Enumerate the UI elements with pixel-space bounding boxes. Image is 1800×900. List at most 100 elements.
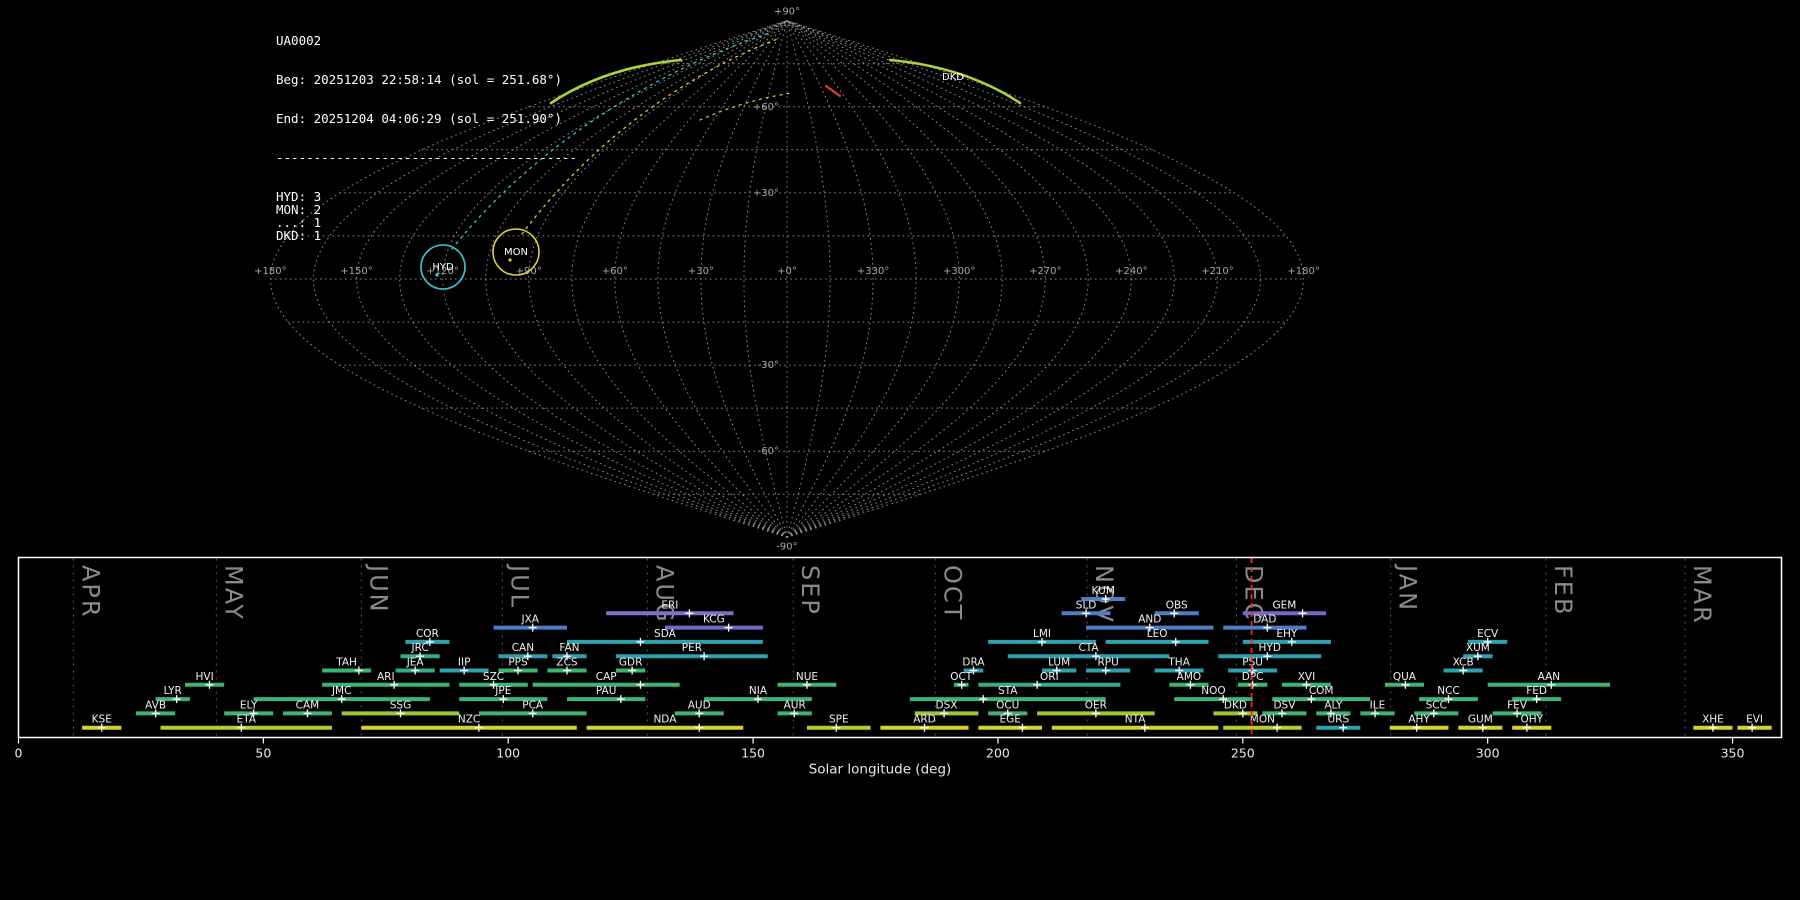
shower-code-label: ELY <box>240 699 258 711</box>
shower-code-label: PPS <box>508 657 528 669</box>
equator-longitude-label: +270° <box>1029 266 1061 277</box>
latitude-label: +30° <box>753 188 779 199</box>
equator-longitude-label: +0° <box>777 266 797 277</box>
shower-code-label: PCA <box>522 699 544 711</box>
shower-code-label: AMO <box>1177 671 1202 683</box>
month-label: OCT <box>938 565 966 621</box>
x-axis-title: Solar longitude (deg) <box>809 762 952 778</box>
shower-code-label: AAN <box>1538 671 1561 683</box>
shower-code-label: JPE <box>494 685 511 697</box>
month-label: JUN <box>364 563 392 614</box>
shower-code-label: STA <box>998 685 1018 697</box>
x-axis-tick-label: 300 <box>1476 746 1500 761</box>
pole-latitude-label: +90° <box>774 7 800 18</box>
equator-longitude-label: +330° <box>857 266 889 277</box>
shower-code-label: DSX <box>936 699 958 711</box>
shower-code-label: EVI <box>1746 714 1763 726</box>
x-axis-tick-label: 100 <box>496 746 520 761</box>
shower-code-label: AUR <box>784 699 806 711</box>
equator-longitude-label: +240° <box>1115 266 1147 277</box>
x-axis-tick-label: 50 <box>255 746 271 761</box>
shower-code-label: AHY <box>1408 714 1430 726</box>
shower-code-label: JRC <box>410 642 428 654</box>
shower-code-label: ERI <box>661 599 678 611</box>
meteor-activity-screen: +180° +150° +120° +90° +60° +30° +0° +330° +300°… <box>0 0 1800 900</box>
shower-code-label: CTA <box>1078 642 1099 654</box>
shower-code-label: LUM <box>1048 657 1070 669</box>
shower-code-label: URS <box>1327 714 1349 726</box>
equator-longitude-label: +180° <box>1287 266 1319 277</box>
month-label: MAR <box>1688 565 1716 625</box>
shower-code-label: OCT <box>950 671 973 683</box>
shower-code-label: MON <box>1250 714 1275 726</box>
month-label: JAN <box>1394 563 1422 612</box>
shower-code-label: ETA <box>237 714 257 726</box>
shower-code-label: ALY <box>1324 699 1343 711</box>
latitude-label: -30° <box>758 360 779 371</box>
end-time: End: 20251204 04:06:29 (sol = 251.90°) <box>276 111 562 126</box>
latitude-label: -60° <box>758 446 779 457</box>
begin-time: Beg: 20251203 22:58:14 (sol = 251.68°) <box>276 72 562 87</box>
shower-code-label: ILE <box>1370 699 1386 711</box>
shower-code-label: NDA <box>653 714 677 726</box>
graticule-meridian <box>786 20 1089 538</box>
shower-code-label: DKD <box>1224 699 1247 711</box>
separator-line: ---------------------------------------- <box>276 150 578 165</box>
shower-code-label: CAP <box>596 671 617 683</box>
x-axis-tick-label: 0 <box>15 746 23 761</box>
shower-code-label: ARI <box>377 671 395 683</box>
shower-code-label: JXA <box>521 614 540 626</box>
shower-code-label: LYR <box>164 685 182 697</box>
shower-code-label: ECV <box>1477 628 1499 640</box>
graticule-meridian <box>786 20 831 538</box>
shower-code-label: OER <box>1085 699 1107 711</box>
shower-code-label: EHY <box>1276 628 1298 640</box>
shower-code-label: ARD <box>913 714 936 726</box>
shower-code-label: HVI <box>196 671 214 683</box>
equator-longitude-label: +60° <box>602 266 628 277</box>
shower-code-label: DRA <box>962 657 985 669</box>
shower-code-label: KSE <box>92 714 112 726</box>
graticule-meridian <box>571 20 788 538</box>
shower-count-line: MON: 2 <box>276 202 322 217</box>
shower-code-label: GUM <box>1468 714 1493 726</box>
shower-count-line: ...: 1 <box>276 215 322 230</box>
shower-count-line: HYD: 3 <box>276 189 322 204</box>
shower-code-label: SPE <box>829 714 849 726</box>
shower-code-label: HYD <box>1259 642 1281 654</box>
shower-activity-timeline: APR MAY JUN JUL AUG SEP OCT NOV DEC JAN FEB MARKUME… <box>15 556 1783 778</box>
month-label: SEP <box>796 565 824 616</box>
shower-code-label: SSG <box>390 699 411 711</box>
month-label: FEB <box>1549 565 1577 616</box>
shower-code-label: CAM <box>296 699 320 711</box>
shower-code-label: TAH <box>335 657 357 669</box>
shower-code-label: FEV <box>1507 699 1528 711</box>
shower-code-label: PSU <box>1242 657 1263 669</box>
shower-code-label: NOO <box>1201 685 1225 697</box>
shower-code-label: PER <box>682 642 702 654</box>
shower-code-label: JEA <box>406 657 425 669</box>
shower-code-label: XHE <box>1702 714 1724 726</box>
observation-info: UA0002 Beg: 20251203 22:58:14 (sol = 251… <box>276 8 577 268</box>
shower-code-label: JMC <box>331 685 352 697</box>
shower-code-label: OBS <box>1166 599 1188 611</box>
shower-code-label: FED <box>1526 685 1547 697</box>
shower-count-line: DKD: 1 <box>276 228 322 243</box>
shower-code-label: RPU <box>1097 657 1118 669</box>
shower-code-label: PAU <box>596 685 617 697</box>
graticule-meridian <box>700 20 788 538</box>
shower-code-label: FAN <box>559 642 579 654</box>
shower-code-label: EGE <box>999 714 1020 726</box>
x-axis-tick-label: 200 <box>986 746 1010 761</box>
shower-code-label: ORI <box>1040 671 1059 683</box>
shower-code-label: KCG <box>703 614 725 626</box>
shower-code-label: ZCS <box>556 657 578 669</box>
plot-canvas: +180° +150° +120° +90° +60° +30° +0° +330° +300°… <box>15 7 1783 778</box>
shower-code-label: XUM <box>1466 642 1490 654</box>
shower-code-label: GEM <box>1273 599 1297 611</box>
shower-code-label: COM <box>1309 685 1334 697</box>
station-id: UA0002 <box>276 33 322 48</box>
shower-code-label: DPC <box>1242 671 1264 683</box>
shower-code-label: AVB <box>145 699 166 711</box>
shower-code-label: IIP <box>458 657 471 669</box>
